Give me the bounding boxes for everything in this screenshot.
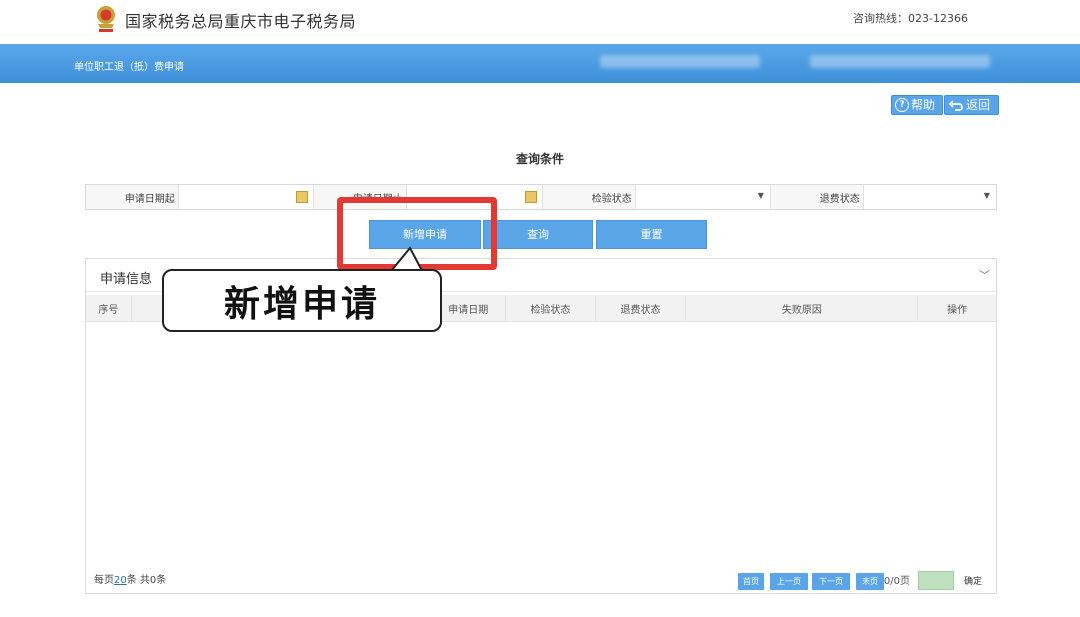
check-status-label: 检验状态 bbox=[542, 185, 636, 209]
dropdown-arrow-icon[interactable]: ▼ bbox=[984, 191, 990, 200]
start-date-input[interactable] bbox=[178, 185, 314, 209]
prev-page-button[interactable]: 上一页 bbox=[770, 573, 808, 590]
refund-status-label: 退费状态 bbox=[770, 185, 864, 209]
query-title: 查询条件 bbox=[515, 152, 564, 166]
refund-status-select[interactable]: ▼ bbox=[863, 185, 996, 209]
start-date-label: 申请日期起 bbox=[86, 185, 179, 209]
column-header: 序号 bbox=[86, 295, 132, 321]
column-header: 检验状态 bbox=[506, 295, 596, 321]
page-number-input[interactable] bbox=[918, 571, 954, 590]
calendar-icon[interactable] bbox=[295, 191, 308, 203]
page-count: 0/0页 bbox=[883, 576, 910, 587]
back-label: 返回 bbox=[966, 98, 991, 112]
blurred-area bbox=[810, 55, 990, 68]
tax-emblem-icon bbox=[97, 6, 115, 32]
breadcrumb[interactable]: 单位职工退（抵）费申请 bbox=[74, 58, 184, 73]
help-label: 帮助 bbox=[911, 98, 936, 112]
callout-label: 新增申请 bbox=[162, 269, 442, 332]
filter-row: 申请日期起 申请日期止 检验状态 ▼ 退费状态 ▼ bbox=[85, 184, 997, 210]
site-title: 国家税务总局重庆市电子税务局 bbox=[125, 12, 357, 31]
column-header: 申请日期 bbox=[431, 295, 507, 321]
page-size-info: 每页20条 共0条 bbox=[94, 571, 166, 586]
hotline-text: 咨询热线：023-12366 bbox=[853, 12, 968, 25]
reset-button[interactable]: 重置 bbox=[596, 220, 707, 249]
column-header: 失败原因 bbox=[686, 295, 919, 321]
per-page-select[interactable]: 20 bbox=[114, 575, 127, 586]
check-status-select[interactable]: ▼ bbox=[635, 185, 771, 209]
search-button[interactable]: 查询 bbox=[483, 220, 593, 249]
back-button[interactable]: 返回 bbox=[944, 95, 999, 115]
confirm-button[interactable]: 确定 bbox=[964, 574, 982, 587]
dropdown-arrow-icon[interactable]: ▼ bbox=[758, 191, 764, 200]
blurred-area bbox=[600, 55, 760, 68]
calendar-icon[interactable] bbox=[524, 191, 537, 203]
first-page-button[interactable]: 首页 bbox=[738, 573, 764, 590]
total-count: 条 共0条 bbox=[126, 575, 167, 586]
help-button[interactable]: ? 帮助 bbox=[891, 95, 943, 115]
column-header: 操作 bbox=[947, 304, 968, 316]
collapse-chevron-icon[interactable]: ﹀ bbox=[979, 267, 990, 283]
question-icon: ? bbox=[895, 98, 909, 112]
top-header: 国家税务总局重庆市电子税务局 咨询热线：023-12366 bbox=[0, 0, 1080, 44]
return-arrow-icon bbox=[948, 100, 963, 111]
column-header: 退费状态 bbox=[596, 295, 687, 321]
per-page-prefix: 每页 bbox=[94, 575, 114, 586]
next-page-button[interactable]: 下一页 bbox=[812, 573, 850, 590]
last-page-button[interactable]: 末页 bbox=[856, 573, 884, 590]
panel-title: 申请信息 bbox=[100, 272, 153, 287]
